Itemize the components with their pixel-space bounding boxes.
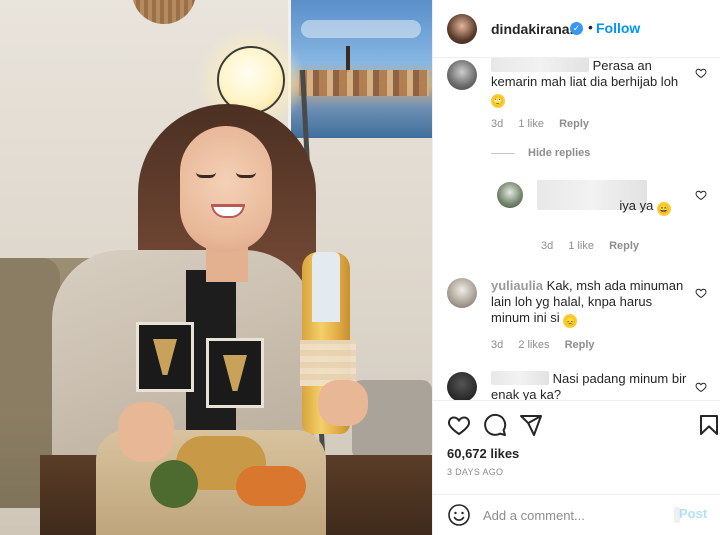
person-hand-left (118, 402, 174, 462)
comment-meta: 3d 1 like Reply (491, 118, 601, 130)
post-actions: 60,672 likes 3 DAYS AGO (433, 400, 720, 494)
like-heart-icon[interactable] (447, 413, 471, 437)
comment-likes[interactable]: 1 like (518, 118, 544, 130)
comment-icon[interactable] (483, 413, 507, 437)
comment-avatar[interactable] (447, 278, 477, 308)
emoji-disappointed: 😞 (563, 314, 578, 328)
reply-button[interactable]: Reply (559, 118, 589, 130)
heart-icon[interactable] (695, 286, 707, 299)
verified-icon: ✓ (570, 22, 583, 35)
comment-time[interactable]: 3d (491, 339, 503, 351)
comment-input[interactable] (483, 504, 673, 526)
reply-avatar[interactable] (497, 182, 523, 208)
emoji-roll-eyes: 🙄 (491, 94, 505, 108)
post-side-panel: dindakirana.s ✓ • Follow Perasa an kemar… (432, 0, 720, 535)
reply-body-wrap: iya ya 😄 (541, 198, 671, 216)
wall-basket (132, 0, 196, 24)
comment-avatar[interactable] (447, 372, 477, 400)
author-username[interactable]: dindakirana.s (491, 21, 581, 37)
header-separator: • (588, 19, 593, 35)
smiley-icon[interactable] (447, 503, 471, 527)
person-eye-right (236, 172, 256, 178)
comment-likes[interactable]: 1 like (568, 240, 594, 252)
comment-meta: 3d 2 likes Reply (491, 339, 607, 351)
painting-spire (346, 46, 350, 72)
food-fried (236, 466, 306, 506)
jacket-patch-right (206, 338, 264, 408)
bookmark-icon[interactable] (697, 413, 720, 437)
comment-text: Perasa an kemarin mah liat dia berhijab … (491, 58, 691, 108)
post-time[interactable]: 3 DAYS AGO (447, 467, 503, 477)
comment-time[interactable]: 3d (491, 118, 503, 130)
comment-text: Nasi padang minum bir enak ya ka? (491, 371, 691, 400)
heart-icon[interactable] (695, 188, 707, 201)
heart-icon[interactable] (695, 66, 707, 79)
bottle-neck (312, 252, 340, 322)
add-comment-bar: Post (433, 494, 720, 535)
likes-count[interactable]: 60,672 likes (447, 446, 519, 461)
reply-button[interactable]: Reply (565, 339, 595, 351)
comment-time[interactable]: 3d (541, 240, 553, 252)
jacket-patch-left (136, 322, 194, 392)
author-avatar[interactable] (447, 14, 477, 44)
person-eye-left (196, 172, 216, 178)
painting-town (299, 70, 429, 96)
post-photo[interactable] (0, 0, 432, 535)
comment-likes[interactable]: 2 likes (518, 339, 549, 351)
comment-username-partial[interactable]: yuliaulia (491, 278, 543, 293)
heart-icon[interactable] (695, 380, 707, 393)
comment-avatar[interactable] (447, 60, 477, 90)
reply-body: iya ya (619, 198, 654, 213)
sofa-cushion (0, 258, 60, 408)
wall-painting (288, 0, 432, 138)
reply-meta: 3d 1 like Reply (541, 240, 651, 252)
follow-button[interactable]: Follow (596, 20, 640, 36)
hide-replies-line (491, 153, 515, 154)
post-comment-button[interactable]: Post (679, 506, 707, 521)
food-greens (150, 460, 198, 508)
emoji-grin: 😄 (657, 202, 671, 216)
post-header: dindakirana.s ✓ • Follow (433, 0, 720, 58)
reply-button[interactable]: Reply (609, 240, 639, 252)
person-hand-right (318, 380, 368, 426)
painting-cloud (301, 20, 421, 38)
hide-replies-button[interactable]: Hide replies (528, 147, 590, 159)
comment-text: yuliaulia Kak, msh ada minuman lain loh … (491, 278, 691, 328)
comments-list[interactable]: Perasa an kemarin mah liat dia berhijab … (433, 58, 720, 400)
blurred-username (491, 371, 549, 385)
blurred-username (491, 58, 589, 72)
person-face (180, 126, 272, 252)
share-icon[interactable] (519, 413, 543, 437)
